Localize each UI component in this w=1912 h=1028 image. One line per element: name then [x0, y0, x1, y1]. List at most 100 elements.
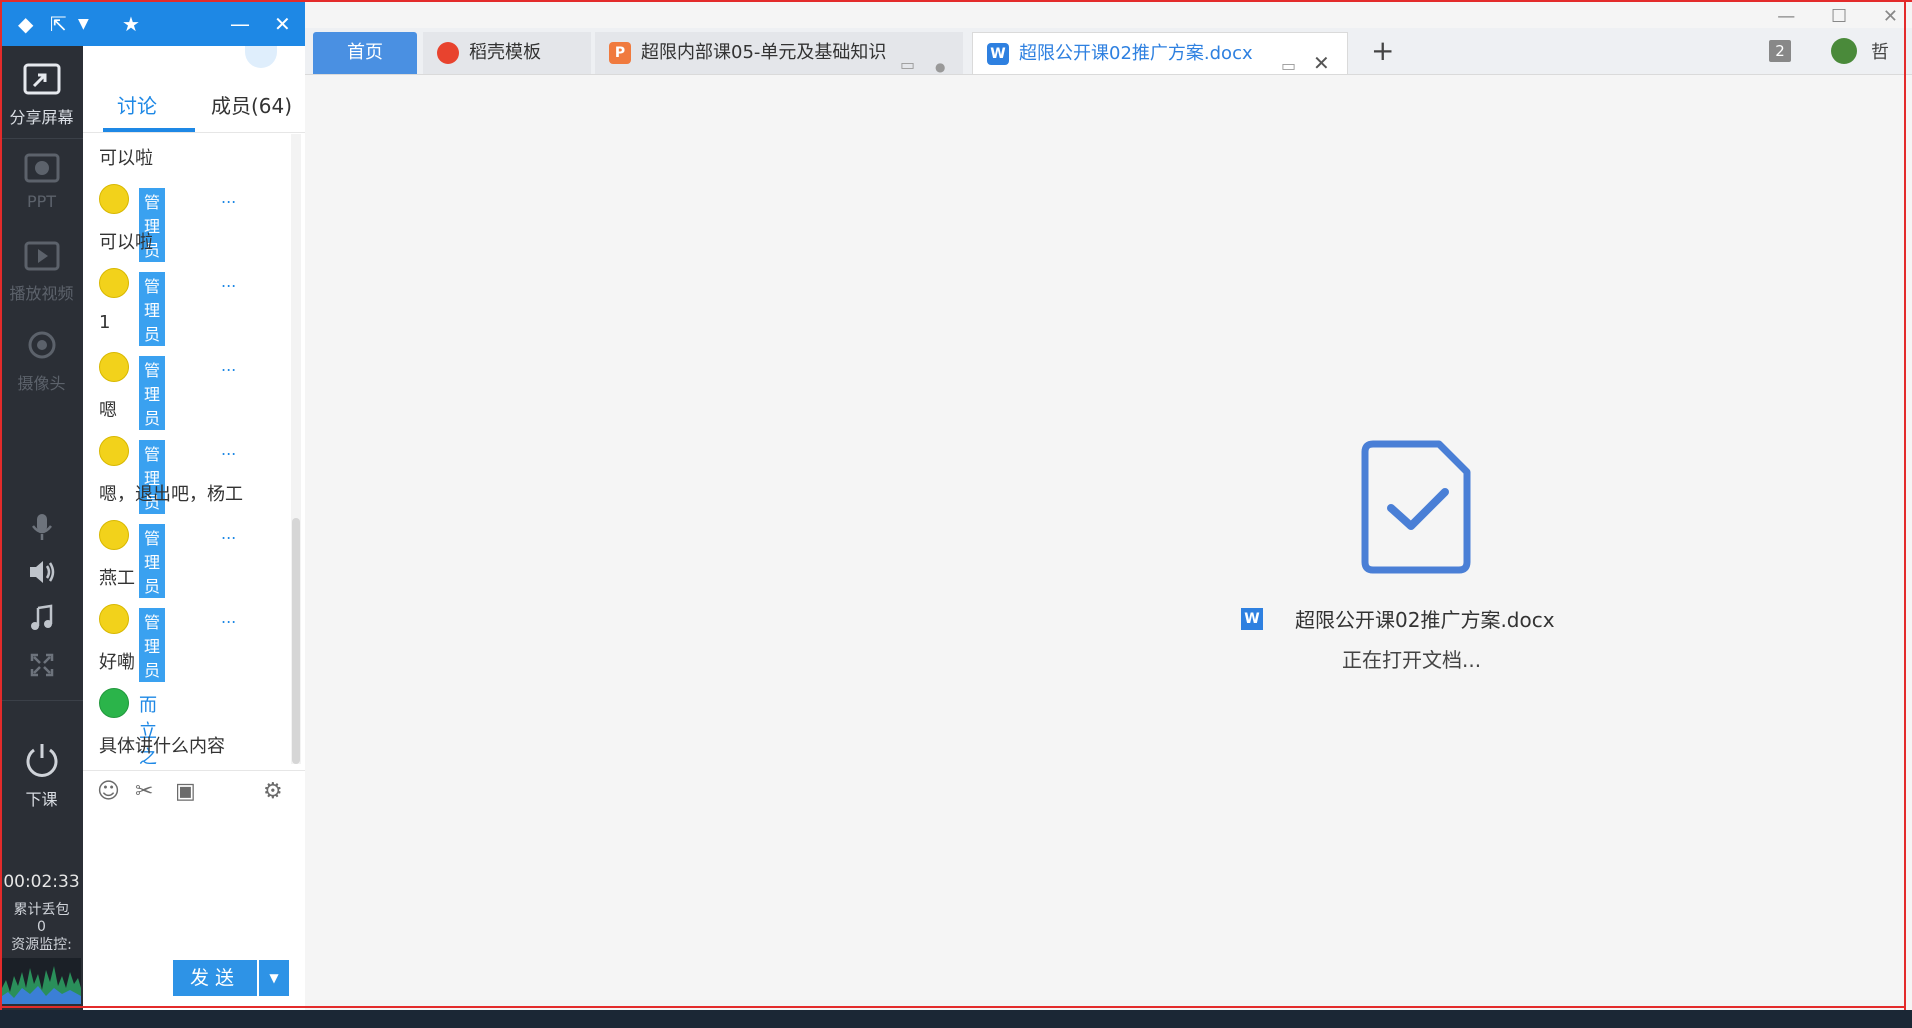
- tab-docx-file[interactable]: W 超限公开课02推广方案.docx ▭ ✕: [972, 32, 1348, 75]
- end-class-button[interactable]: 下课: [0, 740, 83, 810]
- pin-icon[interactable]: ★: [122, 12, 140, 36]
- send-button[interactable]: 发送: [173, 960, 257, 996]
- word-file-icon: W: [1241, 608, 1263, 630]
- camera-icon: [28, 331, 55, 359]
- microphone-icon: [31, 514, 52, 540]
- close-icon[interactable]: ✕: [274, 12, 291, 36]
- sender-name[interactable]: ...: [221, 440, 236, 459]
- sender-name[interactable]: ...: [221, 524, 236, 543]
- unsaved-dot-icon: ●: [935, 60, 946, 74]
- scissors-icon[interactable]: ✂: [135, 779, 153, 804]
- end-class-label: 下课: [25, 790, 58, 809]
- document-window: — ☐ ✕ 首页 稻壳模板 P 超限内部课05-单元及基础知识 ▭ ● W 超限…: [305, 0, 1912, 1010]
- document-filename: 超限公开课02推广方案.docx: [1295, 608, 1555, 632]
- close-tab-icon[interactable]: ✕: [1313, 42, 1330, 84]
- tab-ppt-label: 超限内部课05-单元及基础知识: [641, 42, 887, 63]
- announcement-icon[interactable]: [245, 46, 277, 68]
- word-file-icon: W: [987, 43, 1009, 65]
- admin-badge: 管理员: [139, 272, 166, 346]
- sender-name[interactable]: ...: [221, 608, 236, 627]
- share-screen-icon: [23, 63, 60, 95]
- new-tab-plus-icon[interactable]: +: [1371, 34, 1394, 67]
- message-text: 燕工: [99, 568, 135, 589]
- sender-name[interactable]: ...: [221, 356, 236, 375]
- packet-loss-label: 累计丢包: [13, 902, 70, 918]
- share-border: [1904, 0, 1906, 1010]
- ppt-icon: [24, 153, 59, 183]
- tab-ppt-file[interactable]: P 超限内部课05-单元及基础知识 ▭ ●: [595, 32, 963, 74]
- active-tab-underline: [103, 128, 195, 132]
- speaker-icon: [29, 561, 54, 583]
- message-text: 1: [99, 312, 111, 333]
- expand-button[interactable]: [0, 652, 83, 684]
- share-screen-button[interactable]: 分享屏幕: [0, 62, 83, 128]
- chat-scrollbar-thumb[interactable]: [292, 518, 300, 764]
- message-text: 具体讲什么内容: [99, 736, 225, 757]
- tab-members[interactable]: 成员(64): [211, 90, 292, 119]
- sender-name[interactable]: ...: [221, 188, 236, 207]
- play-video-button[interactable]: 播放视频: [0, 240, 83, 304]
- tab-docx-label: 超限公开课02推广方案.docx: [1019, 43, 1253, 64]
- message-text: 嗯，退出吧，杨工: [99, 484, 243, 505]
- wechat-avatar[interactable]: [99, 688, 129, 718]
- avatar[interactable]: [99, 520, 129, 550]
- document-check-icon: [1361, 440, 1471, 574]
- chat-titlebar: ◆ ⇱ ▼ ★ — ✕: [0, 0, 305, 46]
- avatar[interactable]: [99, 352, 129, 382]
- minimize-window-icon[interactable]: —: [1777, 6, 1795, 27]
- expand-icon: [30, 653, 53, 677]
- message-text: 好嘞: [99, 652, 135, 673]
- send-options-chevron-down-icon[interactable]: ▼: [259, 960, 289, 996]
- maximize-window-icon[interactable]: ☐: [1831, 6, 1847, 27]
- camera-button[interactable]: 摄像头: [0, 330, 83, 394]
- avatar[interactable]: [99, 268, 129, 298]
- monitor-icon[interactable]: ▭: [900, 44, 915, 86]
- message-list: 可以啦 管理员 ... 可以啦 管理员 ... 1 管理员 ... 嗯 管理员 …: [83, 134, 293, 764]
- admin-badge: 管理员: [139, 524, 166, 598]
- tab-docer-label: 稻壳模板: [469, 42, 541, 63]
- taskbar: [0, 1010, 1912, 1028]
- tab-home-label: 首页: [347, 42, 383, 63]
- music-icon: [30, 604, 52, 630]
- tab-discussion[interactable]: 讨论: [117, 90, 157, 119]
- left-toolbar: 分享屏幕 PPT 播放视频 摄像头 下课 00:02:33 累计丢包 0 资源监…: [0, 0, 83, 1028]
- chat-input-toolbar: ☺ ✂ ▣ ⚙: [83, 770, 305, 811]
- user-name[interactable]: 哲: [1871, 38, 1889, 64]
- emoji-icon[interactable]: ☺: [97, 779, 120, 804]
- chat-input-area[interactable]: [83, 812, 305, 952]
- chevron-down-icon[interactable]: ▼: [78, 16, 89, 32]
- message-text: 可以啦: [99, 232, 153, 253]
- window-count-badge[interactable]: 2: [1769, 40, 1791, 62]
- tab-home[interactable]: 首页: [313, 32, 417, 74]
- gear-icon[interactable]: ⚙: [263, 779, 283, 804]
- sender-name[interactable]: ...: [221, 272, 236, 291]
- share-screen-label: 分享屏幕: [9, 108, 74, 127]
- share-border: [0, 0, 2, 1010]
- wps-icon: [437, 42, 459, 64]
- avatar[interactable]: [99, 184, 129, 214]
- speaker-button[interactable]: [0, 558, 83, 592]
- avatar[interactable]: [99, 604, 129, 634]
- message-text: 可以啦: [99, 148, 153, 169]
- close-window-icon[interactable]: ✕: [1883, 6, 1898, 27]
- music-button[interactable]: [0, 604, 83, 638]
- minimize-icon[interactable]: —: [230, 12, 250, 36]
- logo-icon: ◆: [18, 12, 34, 36]
- ppt-file-icon: P: [609, 42, 631, 64]
- camera-label: 摄像头: [17, 374, 66, 393]
- message-text: 嗯: [99, 400, 117, 421]
- resource-monitor-graph: [2, 958, 81, 1004]
- ppt-button[interactable]: PPT: [0, 152, 83, 211]
- share-border: [0, 1006, 1906, 1008]
- image-icon[interactable]: ▣: [175, 779, 196, 804]
- user-avatar[interactable]: [1831, 38, 1857, 64]
- avatar[interactable]: [99, 436, 129, 466]
- window-controls: — ☐ ✕: [1747, 6, 1898, 27]
- monitor-icon[interactable]: ▭: [1281, 45, 1296, 87]
- tab-docer-templates[interactable]: 稻壳模板: [423, 32, 591, 74]
- share-out-icon[interactable]: ⇱: [50, 12, 67, 36]
- play-video-label: 播放视频: [9, 284, 74, 303]
- microphone-button[interactable]: [0, 512, 83, 548]
- class-timer: 00:02:33: [3, 872, 80, 892]
- play-video-icon: [24, 241, 59, 271]
